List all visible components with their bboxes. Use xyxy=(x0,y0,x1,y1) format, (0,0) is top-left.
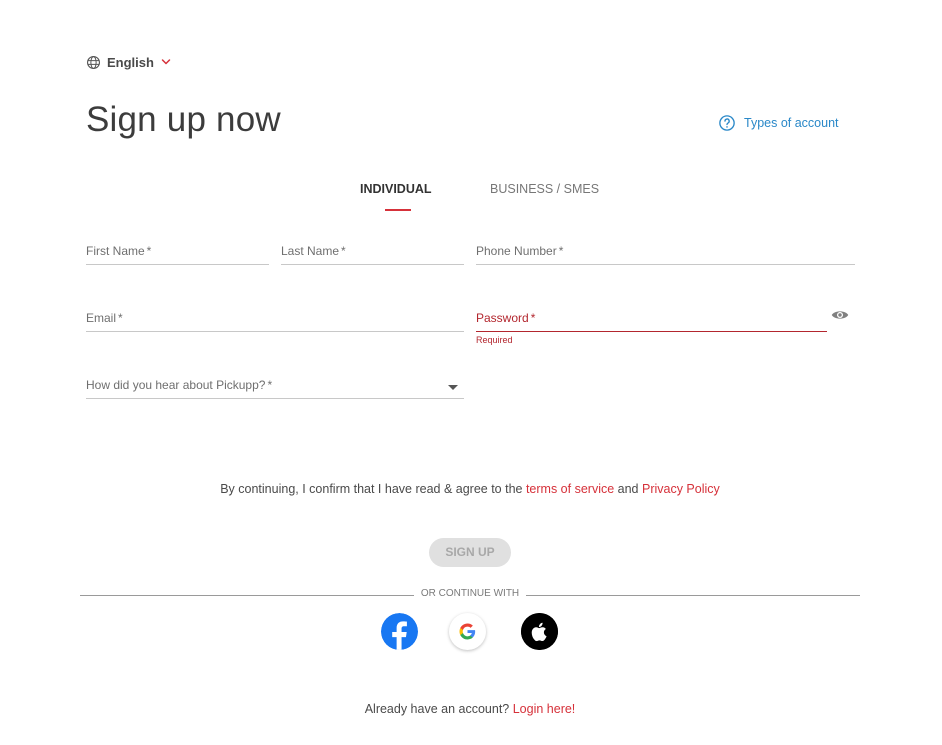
tab-business[interactable]: BUSINESS / SMES xyxy=(490,182,599,196)
phone-number-label: Phone Number * xyxy=(476,244,564,258)
last-name-field[interactable]: Last Name * xyxy=(281,241,464,265)
facebook-icon[interactable] xyxy=(381,613,418,650)
email-field[interactable]: Email * xyxy=(86,308,464,332)
login-link[interactable]: Login here! xyxy=(513,702,576,716)
password-label: Password * xyxy=(476,311,536,325)
google-icon xyxy=(459,623,476,640)
first-name-label: First Name * xyxy=(86,244,152,258)
first-name-field[interactable]: First Name * xyxy=(86,241,269,265)
types-of-account-link[interactable]: Types of account xyxy=(718,114,839,132)
phone-number-field[interactable]: Phone Number * xyxy=(476,241,855,265)
terms-of-service-link[interactable]: terms of service xyxy=(526,482,614,496)
google-button[interactable] xyxy=(449,613,486,650)
tab-individual[interactable]: INDIVIDUAL xyxy=(360,182,432,196)
privacy-policy-link[interactable]: Privacy Policy xyxy=(642,482,720,496)
terms-text: By continuing, I confirm that I have rea… xyxy=(220,482,720,496)
password-error-text: Required xyxy=(476,335,513,345)
chevron-down-icon xyxy=(161,59,171,65)
last-name-label: Last Name * xyxy=(281,244,346,258)
signup-page: English Sign up now Types of account IND… xyxy=(0,0,942,745)
page-title: Sign up now xyxy=(86,100,281,139)
help-circle-icon xyxy=(719,115,735,131)
heard-about-select[interactable]: How did you hear about Pickupp? * xyxy=(86,375,464,399)
sign-up-button[interactable]: SIGN UP xyxy=(429,538,511,567)
active-tab-indicator xyxy=(385,209,411,211)
login-prompt: Already have an account? Login here! xyxy=(364,702,576,716)
types-of-account-label: Types of account xyxy=(744,116,839,130)
globe-icon xyxy=(87,55,100,69)
language-selector[interactable]: English xyxy=(86,53,172,71)
dropdown-caret-icon xyxy=(448,385,458,390)
password-field[interactable]: Password * xyxy=(476,308,827,332)
apple-icon[interactable] xyxy=(521,613,558,650)
email-label: Email * xyxy=(86,311,123,325)
language-label: English xyxy=(107,54,154,70)
eye-icon[interactable] xyxy=(831,308,849,322)
or-continue-with-label: OR CONTINUE WITH xyxy=(414,588,526,599)
heard-about-label: How did you hear about Pickupp? * xyxy=(86,378,273,392)
account-type-tabs: INDIVIDUAL BUSINESS / SMES xyxy=(0,182,942,212)
